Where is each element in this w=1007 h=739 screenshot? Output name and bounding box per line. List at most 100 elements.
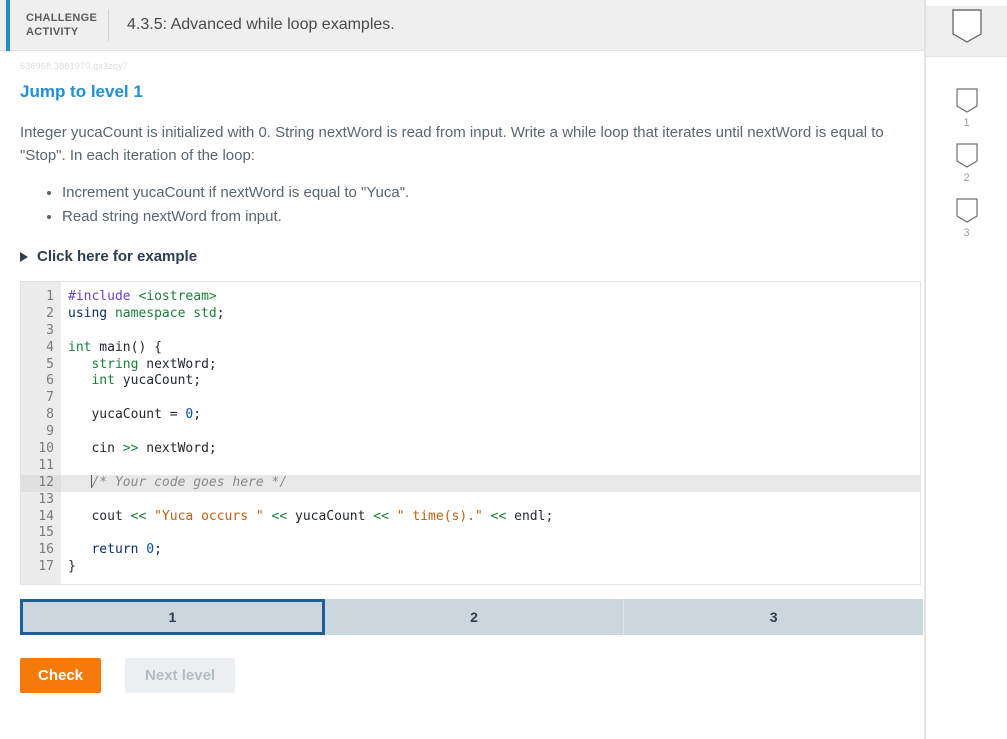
code-token: cin [68, 441, 123, 457]
line-number: 4 [21, 339, 61, 357]
code-text[interactable] [61, 390, 76, 407]
line-number: 16 [21, 542, 61, 560]
click-here-for-example-toggle[interactable]: Click here for example [20, 248, 197, 265]
code-text[interactable]: yucaCount = 0; [61, 407, 201, 424]
code-line[interactable]: 12 /* Your code goes here */ [21, 474, 920, 492]
code-line[interactable]: 11 [21, 457, 920, 475]
example-toggle-label: Click here for example [37, 248, 198, 265]
code-token: int [68, 339, 92, 355]
line-number: 2 [21, 305, 61, 323]
code-text[interactable] [61, 492, 76, 509]
line-number: 11 [21, 457, 61, 475]
code-text[interactable]: int main() { [61, 340, 162, 357]
rail-item-2[interactable]: 2 [926, 142, 1007, 184]
pennant-icon[interactable] [947, 6, 987, 46]
code-line[interactable]: 16 return 0; [21, 542, 920, 560]
code-line[interactable]: 9 [21, 424, 920, 442]
code-token: nextWord; [138, 441, 217, 457]
activity-kicker: CHALLENGE ACTIVITY [26, 11, 102, 39]
step-item: Read string nextWord from input. [62, 205, 904, 228]
code-line[interactable]: 6 int yucaCount; [21, 373, 920, 391]
code-line[interactable]: 4 int main() { [21, 339, 920, 357]
pennant-icon[interactable] [954, 87, 980, 115]
code-token: " time(s)." [396, 508, 483, 524]
rail-header [926, 6, 1007, 57]
rail-item-list[interactable]: 1 2 3 [926, 57, 1007, 239]
code-line[interactable]: 2 using namespace std; [21, 305, 920, 323]
code-text[interactable]: cin >> nextWord; [61, 441, 217, 458]
level-tab-label: 2 [470, 609, 478, 626]
level-tab-1[interactable]: 1 [20, 599, 325, 636]
code-text[interactable]: cout << "Yuca occurs " << yucaCount << "… [61, 509, 553, 526]
rail-item-number: 2 [963, 172, 970, 184]
code-token: namespace std [114, 305, 217, 321]
header-divider [108, 9, 109, 41]
code-lines[interactable]: 1 #include <iostream> 2 using namespace std… [21, 289, 920, 577]
next-level-button[interactable]: Next level [125, 658, 236, 694]
code-line[interactable]: 1 #include <iostream> [21, 289, 920, 306]
line-number: 10 [21, 441, 61, 458]
code-line[interactable]: 13 [21, 491, 920, 509]
level-tab-2[interactable]: 2 [324, 599, 625, 636]
action-buttons: Check Next level [20, 658, 904, 694]
line-number: 8 [21, 407, 61, 425]
line-number: 15 [21, 525, 61, 543]
code-line[interactable]: 14 cout << "Yuca occurs " << yucaCount <… [21, 508, 920, 526]
code-token: yucaCount = [68, 407, 186, 423]
line-number: 13 [21, 491, 61, 509]
code-token: using [68, 305, 115, 321]
rail-item-3[interactable]: 3 [926, 197, 1007, 239]
header-accent-bar [6, 0, 10, 51]
page-title: 4.3.5: Advanced while loop examples. [127, 16, 395, 33]
line-number: 14 [21, 508, 61, 526]
code-token: <iostream> [138, 289, 217, 304]
activity-header: CHALLENGE ACTIVITY 4.3.5: Advanced while… [0, 0, 924, 51]
code-token: int [91, 373, 115, 389]
pennant-icon[interactable] [954, 142, 980, 170]
challenge-activity-page: CHALLENGE ACTIVITY 4.3.5: Advanced while… [0, 0, 1007, 739]
code-token: cout [68, 508, 131, 524]
code-token: yucaCount; [114, 373, 202, 389]
activity-body: 536968.3881970.qx3zqy7 Jump to level 1 I… [0, 61, 924, 694]
code-editor[interactable]: 1 #include <iostream> 2 using namespace std… [20, 281, 921, 586]
code-token: >> [122, 441, 139, 457]
code-text[interactable]: string nextWord; [61, 356, 216, 374]
code-text[interactable]: #include <iostream> [61, 289, 217, 306]
prompt-text: Integer yucaCount is initialized with 0.… [20, 124, 884, 164]
main-column: CHALLENGE ACTIVITY 4.3.5: Advanced while… [0, 0, 925, 739]
activity-kicker-line2: ACTIVITY [26, 26, 79, 38]
chevron-right-icon [20, 251, 28, 262]
code-token: << [490, 508, 507, 524]
code-line[interactable]: 8 yucaCount = 0; [21, 407, 920, 425]
code-text[interactable]: } [61, 559, 76, 576]
code-text[interactable] [61, 424, 76, 441]
code-line[interactable]: 15 [21, 525, 920, 543]
code-text[interactable] [61, 323, 76, 340]
level-tab-label: 3 [769, 609, 778, 626]
code-line[interactable]: 10 cin >> nextWord; [21, 441, 920, 458]
activity-kicker-line1: CHALLENGE [26, 12, 98, 24]
code-line[interactable]: 17} [21, 559, 920, 577]
code-line[interactable]: 3 [21, 322, 920, 340]
level-tab-3[interactable]: 3 [624, 599, 924, 636]
code-text[interactable] [61, 525, 76, 542]
code-text[interactable]: return 0; [61, 542, 161, 559]
code-text[interactable] [61, 458, 76, 475]
check-button[interactable]: Check [20, 658, 102, 694]
jump-to-level-heading[interactable]: Jump to level 1 [20, 82, 904, 102]
code-token: return [91, 542, 139, 558]
level-tab-label: 1 [168, 609, 177, 626]
pennant-icon[interactable] [954, 197, 980, 225]
code-token: yucaCount [287, 508, 374, 524]
level-tabs[interactable]: 1 2 3 [20, 599, 924, 636]
code-line[interactable]: 5 string nextWord; [21, 356, 920, 374]
code-token: ; [193, 407, 202, 423]
code-text[interactable]: /* Your code goes here */ [61, 474, 287, 492]
rail-item-1[interactable]: 1 [926, 87, 1007, 129]
code-text[interactable]: using namespace std; [61, 306, 225, 323]
code-text[interactable]: int yucaCount; [61, 373, 201, 390]
code-token: string [91, 356, 139, 372]
code-line[interactable]: 7 [21, 390, 920, 408]
